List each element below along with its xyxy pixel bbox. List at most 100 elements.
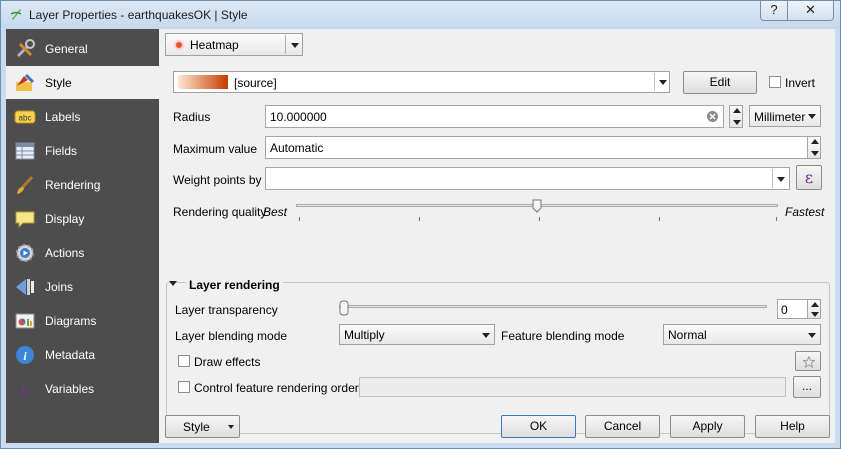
transparency-value: 0 [781, 303, 788, 317]
slider-handle[interactable] [339, 300, 349, 316]
weight-field-combo[interactable] [265, 167, 790, 190]
gear-play-icon [16, 244, 34, 262]
max-value-label: Maximum value [173, 142, 258, 156]
invert-checkbox[interactable] [769, 76, 781, 88]
chevron-down-icon [659, 80, 667, 85]
chevron-down-icon [228, 425, 234, 429]
quality-fastest-label: Fastest [785, 205, 825, 219]
sidebar-item-fields[interactable]: Fields [6, 134, 159, 167]
draw-effects-checkbox[interactable] [178, 355, 190, 367]
speech-bubble-icon [15, 211, 35, 229]
blend-mode-label: Layer blending mode [175, 329, 288, 343]
sidebar-item-label: Diagrams [45, 314, 97, 328]
help-button[interactable]: Help [755, 415, 830, 438]
sidebar-item-label: Labels [45, 110, 81, 124]
radius-unit-value: Millimeter [754, 110, 806, 124]
transparency-input[interactable]: 0 [777, 299, 808, 319]
max-value-spinner[interactable] [807, 136, 821, 159]
chevron-down-icon [808, 114, 816, 119]
apply-button[interactable]: Apply [670, 415, 745, 438]
star-icon [803, 356, 815, 368]
feature-blend-label: Feature blending mode [501, 329, 625, 343]
radius-input[interactable]: 10.000000 [265, 105, 724, 128]
help-titlebar-button[interactable]: ? [760, 1, 788, 21]
style-menu-button[interactable]: Style [165, 415, 240, 438]
spin-down-icon[interactable] [811, 151, 819, 156]
layer-blend-combo[interactable]: Multiply [339, 324, 495, 345]
sidebar-item-label: Variables [45, 382, 95, 396]
rendering-quality-slider[interactable] [296, 197, 778, 223]
feature-blend-value: Normal [668, 328, 707, 342]
transparency-slider[interactable] [339, 299, 767, 317]
tools-icon [16, 39, 35, 58]
sidebar: General Style abc Labels Fields Renderin… [6, 29, 159, 443]
expression-button[interactable]: ε [796, 165, 822, 190]
spin-up-icon[interactable] [733, 108, 741, 113]
layer-rendering-title[interactable]: Layer rendering [186, 278, 283, 292]
sidebar-item-display[interactable]: Display [6, 202, 159, 235]
edit-ramp-button[interactable]: Edit [683, 71, 757, 94]
dialog-body: General Style abc Labels Fields Renderin… [6, 29, 835, 443]
labels-abc-icon: abc [14, 110, 36, 124]
slider-tick [539, 217, 540, 221]
style-panel: Heatmap [source] Edit Invert Radius 10.0… [159, 29, 835, 443]
sidebar-item-variables[interactable]: ε Variables [6, 372, 159, 405]
sidebar-item-labels[interactable]: abc Labels [6, 100, 159, 133]
sidebar-item-label: Fields [45, 144, 78, 158]
sidebar-item-rendering[interactable]: Rendering [6, 168, 159, 201]
ok-button[interactable]: OK [501, 415, 576, 438]
collapse-arrow-icon[interactable] [169, 281, 177, 286]
max-value-value: Automatic [270, 141, 324, 155]
qgis-app-icon [10, 9, 22, 20]
quality-best-label: Best [263, 205, 288, 219]
sidebar-item-actions[interactable]: Actions [6, 236, 159, 269]
title-bar[interactable]: Layer Properties - earthquakesOK | Style… [1, 1, 840, 29]
radius-value: 10.000000 [270, 110, 327, 124]
sidebar-item-joins[interactable]: Joins [6, 270, 159, 303]
cancel-button[interactable]: Cancel [585, 415, 660, 438]
layer-properties-window: Layer Properties - earthquakesOK | Style… [0, 0, 841, 449]
heatmap-dot-icon [174, 40, 184, 50]
rendering-quality-label: Rendering quality [173, 205, 267, 219]
sidebar-item-label: Rendering [45, 178, 101, 192]
spin-up-icon[interactable] [811, 302, 819, 307]
spin-up-icon[interactable] [811, 139, 819, 144]
sidebar-item-general[interactable]: General [6, 32, 159, 65]
sidebar-item-label: Joins [45, 280, 74, 294]
control-order-label: Control feature rendering order [194, 381, 359, 395]
sidebar-item-label: Display [45, 212, 85, 226]
sidebar-item-style[interactable]: Style [6, 66, 159, 99]
spin-down-icon[interactable] [811, 312, 819, 317]
slider-track [339, 305, 767, 308]
close-window-button[interactable]: ✕ [787, 1, 834, 21]
joins-icon [16, 279, 34, 295]
fields-table-icon [15, 142, 35, 160]
radius-unit-combo[interactable]: Millimeter [749, 105, 821, 127]
slider-handle[interactable] [532, 199, 542, 213]
effects-settings-button[interactable] [795, 351, 821, 371]
svg-text:ε: ε [20, 379, 29, 400]
sidebar-item-label: Actions [45, 246, 85, 260]
radius-label: Radius [173, 110, 211, 124]
renderer-type-combo[interactable]: Heatmap [165, 33, 303, 56]
transparency-spinner[interactable] [807, 299, 821, 319]
chevron-down-icon [291, 43, 299, 48]
epsilon-icon: ε [20, 379, 29, 400]
invert-label: Invert [785, 76, 816, 90]
slider-tick [659, 217, 660, 221]
chevron-down-icon [808, 333, 816, 338]
clear-icon[interactable] [707, 111, 718, 122]
max-value-input[interactable]: Automatic [265, 136, 808, 159]
control-order-checkbox[interactable] [178, 381, 190, 393]
sidebar-item-metadata[interactable]: i Metadata [6, 338, 159, 371]
paintbrush-icon [17, 175, 34, 194]
question-icon: ? [770, 2, 778, 17]
chevron-down-icon [482, 333, 490, 338]
rendering-order-button[interactable]: ... [793, 376, 821, 398]
feature-blend-combo[interactable]: Normal [663, 324, 821, 345]
spin-down-icon[interactable] [733, 120, 741, 125]
sidebar-item-diagrams[interactable]: Diagrams [6, 304, 159, 337]
draw-effects-label: Draw effects [194, 355, 261, 369]
radius-spinner[interactable] [729, 105, 743, 128]
color-ramp-combo[interactable]: [source] [173, 71, 670, 93]
